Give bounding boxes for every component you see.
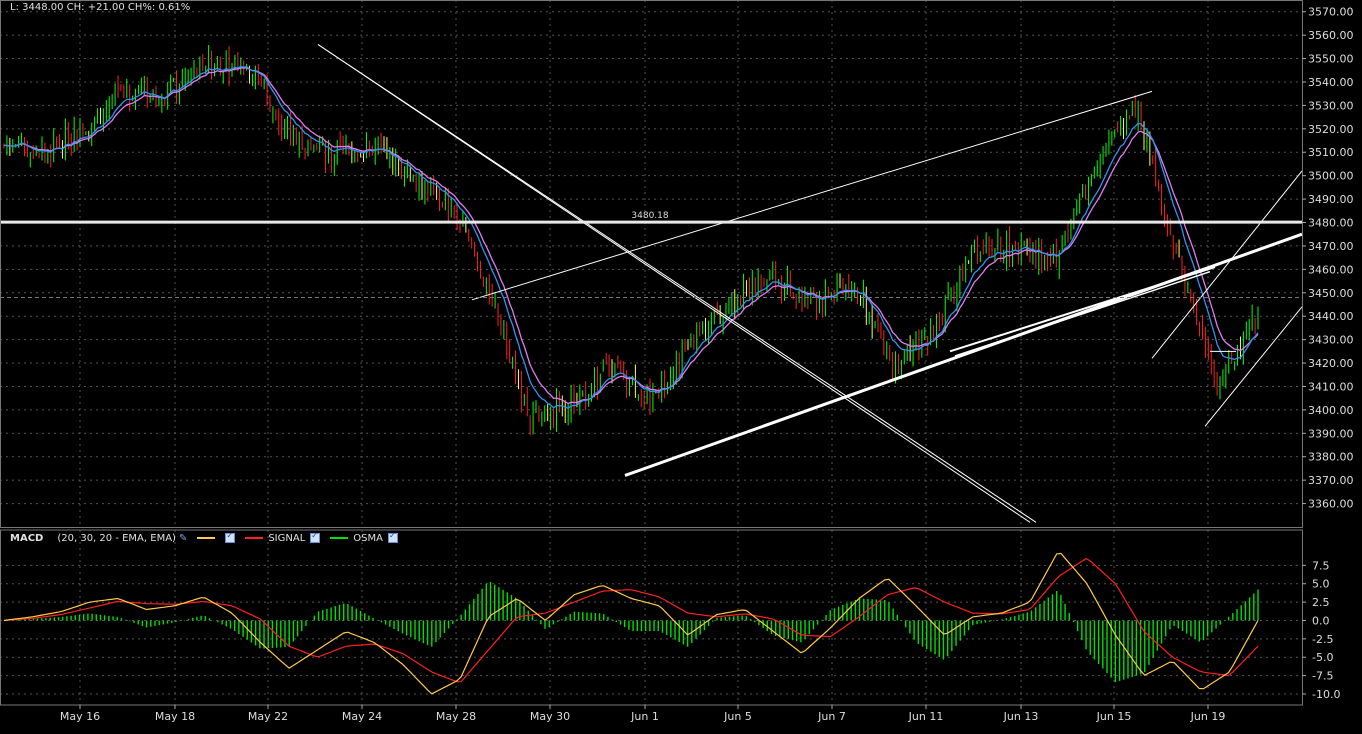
x-tick-label: Jun 7 [817,710,846,723]
macd-y-tick-label: 2.5 [1312,596,1330,609]
price-y-tick-label: 3360.00 [1308,498,1354,511]
legend-checkbox-osma[interactable] [387,531,398,543]
trendline [1151,170,1303,359]
x-tick-label: Jun 11 [908,710,944,723]
price-y-tick-label: 3450.00 [1308,287,1354,300]
legend-label-signal: SIGNAL [268,532,306,544]
x-tick-label: May 22 [248,710,288,723]
macd-y-tick-label: -2.5 [1312,633,1333,646]
macd-y-tick-label: 5.0 [1312,578,1330,591]
price-y-tick-label: 3410.00 [1308,380,1354,393]
osma-histogram [7,582,1259,683]
chart-window: 3480.18 May 16 May 18 May 22 May 24 May 28 Ma… [0,0,1362,730]
trendline [949,266,1216,353]
macd-y-tick-label: 0.0 [1312,614,1330,627]
trendline [624,232,1303,477]
moving-averages [3,65,1259,410]
trendlines[interactable]: 3480.18 [0,44,1303,523]
price-y-tick-label: 3520.00 [1308,123,1354,136]
trendline [954,270,1211,357]
macd-y-tick-label: -5.0 [1312,651,1333,664]
macd-lines [3,552,1259,695]
price-y-tick-label: 3490.00 [1308,193,1354,206]
legend-item-signal[interactable]: SIGNAL [245,531,321,544]
x-tick-label: May 16 [60,710,100,723]
price-panel-border [0,0,1303,528]
price-y-tick-label: 3370.00 [1308,474,1354,487]
horizontal-level-label: 3480.18 [631,211,668,221]
x-tick-label: Jun 1 [630,710,659,723]
legend-item-macd[interactable] [197,531,236,543]
fast-ma-line [3,65,1259,410]
price-y-tick-label: 3460.00 [1308,263,1354,276]
macd-y-tick-label: 7.5 [1312,559,1330,572]
legend-checkbox-macd[interactable] [225,531,236,543]
price-y-tick-label: 3390.00 [1308,427,1354,440]
price-y-tick-label: 3570.00 [1308,6,1354,19]
price-y-tick-label: 3560.00 [1308,29,1354,42]
price-y-tick-label: 3540.00 [1308,76,1354,89]
price-y-tick-label: 3480.00 [1308,217,1354,230]
x-tick-label: Jun 19 [1190,710,1226,723]
macd-y-tick-label: -7.5 [1312,670,1333,683]
x-tick-label: Jun 5 [723,710,752,723]
trendline [317,44,1037,523]
x-tick-label: Jun 13 [1003,710,1039,723]
price-y-tick-label: 3470.00 [1308,240,1354,253]
macd-title: MACD [10,532,44,544]
legend-swatch-macd [197,537,216,539]
price-y-tick-label: 3500.00 [1308,170,1354,183]
legend-checkbox-signal[interactable] [310,531,321,543]
pencil-icon[interactable]: ✎ [179,533,187,544]
legend-label-osma: OSMA [353,532,383,544]
price-readout: L: 3448.00 CH: +21.00 CH%: 0.61% [10,2,191,13]
axes: May 16 May 18 May 22 May 24 May 28 May 30 Jun … [0,0,1354,723]
price-y-tick-label: 3550.00 [1308,53,1354,66]
macd-grid [0,530,1302,705]
trendline [1204,306,1303,427]
trendline [317,44,1031,523]
trendline [471,90,1153,301]
price-grid [0,0,1302,527]
macd-legend: MACD (20, 30, 20 - EMA, EMA) ✎ SIGNAL OS… [0,529,408,547]
macd-params: (20, 30, 20 - EMA, EMA) [57,532,176,544]
x-tick-label: May 28 [436,710,476,723]
legend-swatch-osma [330,537,349,539]
macd-line [3,552,1259,695]
chart-canvas[interactable]: 3480.18 May 16 May 18 May 22 May 24 May 28 Ma… [0,0,1362,730]
x-tick-label: May 24 [342,710,382,723]
price-y-tick-label: 3430.00 [1308,334,1354,347]
macd-y-tick-label: -10.0 [1312,688,1340,701]
price-y-tick-label: 3530.00 [1308,99,1354,112]
macd-panel-border [0,529,1303,706]
legend-item-osma[interactable]: OSMA [330,531,398,544]
price-y-tick-label: 3380.00 [1308,451,1354,464]
price-y-tick-label: 3400.00 [1308,404,1354,417]
legend-swatch-signal [245,537,264,539]
price-candles [3,45,1259,436]
x-tick-label: Jun 15 [1096,710,1132,723]
x-tick-label: May 30 [530,710,570,723]
price-y-tick-label: 3420.00 [1308,357,1354,370]
x-tick-label: May 18 [155,710,195,723]
slow-ma-line [3,67,1259,405]
price-y-tick-label: 3510.00 [1308,146,1354,159]
price-y-tick-label: 3440.00 [1308,310,1354,323]
